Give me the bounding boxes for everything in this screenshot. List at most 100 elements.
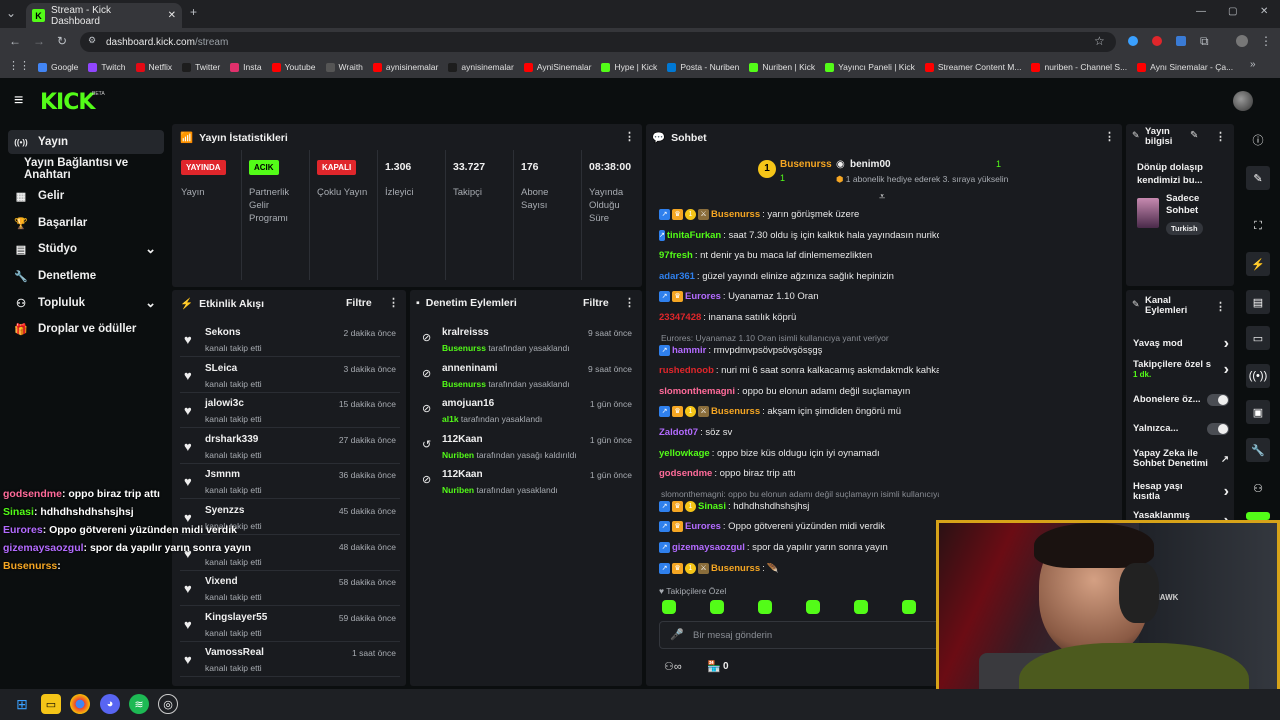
edit-pencil-icon[interactable]: ✎ xyxy=(1190,130,1198,141)
maximize-icon[interactable]: ▢ xyxy=(1228,6,1237,17)
chat-message[interactable]: adar361: güzel yayındı elinize ağzınıza … xyxy=(659,271,939,282)
language-tag[interactable]: Turkish xyxy=(1166,222,1203,235)
discord-icon[interactable]: ◕ xyxy=(100,694,120,714)
users-icon[interactable]: ⚇∞ xyxy=(664,660,682,673)
pinned-user-2[interactable]: benim00 xyxy=(850,159,891,170)
event-row[interactable]: ♥ VamossReal kanalı takip etti 1 saat önce xyxy=(180,643,400,678)
microphone-icon[interactable]: 🎤 xyxy=(670,628,684,641)
bookmark-star-icon[interactable]: ☆ xyxy=(1094,34,1105,48)
toggle-switch[interactable] xyxy=(1207,423,1229,435)
event-username[interactable]: Jsmnm xyxy=(205,469,240,480)
mod-action-row[interactable]: ⊘ kralreisss Busenurss tarafından yasaklan… xyxy=(418,323,636,359)
event-row[interactable]: ♥ drshark339 kanalı takip etti 27 dakika ön… xyxy=(180,430,400,464)
chat-message[interactable]: ↗ ♛ Eurores: Oppo götvereni yüzünden midi … xyxy=(659,521,939,533)
event-filter-button[interactable]: Filtre xyxy=(346,297,372,309)
event-username[interactable]: Vixend xyxy=(205,576,238,587)
profile-avatar-icon[interactable] xyxy=(1236,35,1248,47)
spotify-icon[interactable]: ≋ xyxy=(129,694,149,714)
broadcast-icon[interactable]: ((•)) xyxy=(1246,364,1270,388)
event-row[interactable]: ♥ SLeica kanalı takip etti 3 dakika önce xyxy=(180,359,400,393)
mod-action-row[interactable]: ⊘ amojuan16 al1k tarafından yasaklandı 1 gü… xyxy=(418,394,636,430)
chat-username[interactable]: Busenurss xyxy=(711,406,760,417)
mod-actor[interactable]: Busenurss xyxy=(442,379,486,389)
url-input[interactable]: dashboard.kick.com/stream xyxy=(80,32,1116,52)
chat-username[interactable]: 97fresh xyxy=(659,250,693,261)
bolt-icon[interactable]: ⚡ xyxy=(1246,252,1270,276)
bookmark-item[interactable]: Youtube xyxy=(271,62,316,72)
chevron-right-icon[interactable]: › xyxy=(1224,483,1229,501)
expand-pinned-icon[interactable]: ⩡ xyxy=(879,191,885,204)
chevron-down-icon[interactable]: ⌄ xyxy=(145,295,156,311)
bookmark-item[interactable]: Wraith xyxy=(325,62,363,72)
emote-icon[interactable] xyxy=(854,600,868,614)
chat-username[interactable]: godsendme xyxy=(659,468,712,479)
new-tab-icon[interactable]: + xyxy=(190,5,197,19)
bookmark-item[interactable]: aynisinemalar xyxy=(372,62,438,72)
bookmark-item[interactable]: nuriben - Channel S... xyxy=(1031,62,1127,72)
chat-message[interactable]: ↗ ♛ 1 Sinasi: hdhdhshdhshsjhsj xyxy=(659,500,939,512)
file-explorer-icon[interactable]: ▭ xyxy=(41,694,61,714)
chat-message[interactable]: ↗ tinitaFurkan: saat 7.30 oldu iş için ka… xyxy=(659,229,939,241)
event-username[interactable]: drshark339 xyxy=(205,434,258,445)
external-link-icon[interactable]: ↗ xyxy=(1221,454,1229,465)
emote-icon[interactable] xyxy=(662,600,676,614)
mod-actor[interactable]: Busenurss xyxy=(442,343,486,353)
chat-username[interactable]: rushednoob xyxy=(659,365,714,376)
category-thumbnail[interactable] xyxy=(1137,198,1159,228)
pinned-user-1[interactable]: Busenurss xyxy=(780,159,832,170)
window-close-icon[interactable]: ✕ xyxy=(1260,6,1268,17)
emote-icon[interactable] xyxy=(902,600,916,614)
chat-username[interactable]: Sinasi xyxy=(698,501,726,512)
sidebar-item[interactable]: 🎁 Droplar ve ödüller xyxy=(8,317,164,341)
toggle-switch[interactable] xyxy=(1207,394,1229,406)
chat-icon[interactable]: ▭ xyxy=(1246,326,1270,350)
chat-message[interactable]: yellowkage: oppo bize küs oldugu için iy… xyxy=(659,448,939,459)
kick-logo[interactable]: KICK xyxy=(40,90,95,115)
browser-menu-icon[interactable]: ⋮ xyxy=(1260,34,1272,48)
event-username[interactable]: jalowi3c xyxy=(205,398,244,409)
bookmark-item[interactable]: Twitch xyxy=(88,62,126,72)
mod-target-user[interactable]: kralreisss xyxy=(442,327,489,338)
windows-start-icon[interactable]: ⊞ xyxy=(12,694,32,714)
chat-message[interactable]: rushednoob: nuri mi 6 saat sonra kalkaca… xyxy=(659,365,939,376)
emote-icon[interactable] xyxy=(806,600,820,614)
chat-username[interactable]: Busenurss xyxy=(711,563,760,574)
channel-action-item[interactable]: Yapay Zeka ile Sohbet Denetimi ↗ xyxy=(1133,449,1229,469)
chat-username[interactable]: slomonthemagni xyxy=(659,386,735,397)
pencil-icon[interactable]: ✎ xyxy=(1246,166,1270,190)
chat-input[interactable]: 🎤 Bir mesaj gönderin xyxy=(659,621,943,649)
mod-more-icon[interactable]: ⋮ xyxy=(624,296,635,309)
event-username[interactable]: Kingslayer55 xyxy=(205,612,267,623)
bookmark-item[interactable]: Netflix xyxy=(135,62,172,72)
chat-message[interactable]: 23347428: inanana satılık köprü xyxy=(659,312,939,323)
chat-message[interactable]: godsendme: oppo biraz trip attı xyxy=(659,468,939,479)
archive-icon[interactable]: ▣ xyxy=(1246,400,1270,424)
chat-username[interactable]: yellowkage xyxy=(659,448,710,459)
channel-action-item[interactable]: Hesap yaşı kısıtla › xyxy=(1133,482,1229,502)
bookmark-item[interactable]: Posta - Nuriben xyxy=(667,62,739,72)
add-icon[interactable] xyxy=(1246,512,1270,520)
tab-list-icon[interactable]: ⌄ xyxy=(6,6,16,20)
sidebar-item[interactable]: ▦ Gelir xyxy=(8,184,164,208)
mod-target-user[interactable]: amojuan16 xyxy=(442,398,494,409)
bookmark-item[interactable]: Nuriben | Kick xyxy=(749,62,815,72)
chat-username[interactable]: 23347428 xyxy=(659,312,701,323)
chat-message[interactable]: ↗ ♛ 1 ⚔ Busenurss: akşam için şimdiden öngör… xyxy=(659,406,939,418)
event-row[interactable]: ♥ jalowi3c kanalı takip etti 15 dakika önce xyxy=(180,394,400,429)
bookmark-item[interactable]: AyniSinemalar xyxy=(523,62,591,72)
bookmark-item[interactable]: Streamer Content M... xyxy=(924,62,1021,72)
mod-target-user[interactable]: 112Kaan xyxy=(442,434,483,445)
chrome-icon[interactable] xyxy=(70,694,90,714)
chat-message[interactable]: ↗ ♛ 1 ⚔ Busenurss: 🪶 xyxy=(659,562,939,574)
chat-more-icon[interactable]: ⋮ xyxy=(1104,130,1115,143)
channel-action-item[interactable]: Yalnızca... xyxy=(1133,423,1229,435)
tab-close-icon[interactable]: ✕ xyxy=(168,10,176,21)
event-username[interactable]: Sekons xyxy=(205,327,241,338)
sidebar-item[interactable]: Yayın Bağlantısı ve Anahtarı xyxy=(8,157,164,181)
chat-username[interactable]: adar361 xyxy=(659,271,695,282)
bookmark-item[interactable]: Aynı Sinemalar - Ça... xyxy=(1137,62,1233,72)
sidebar-item[interactable]: ▤ Stüdyo ⌄ xyxy=(8,237,164,261)
back-icon[interactable]: ← xyxy=(9,34,21,48)
event-username[interactable]: VamossReal xyxy=(205,647,264,658)
chat-username[interactable]: hammir xyxy=(672,345,706,356)
